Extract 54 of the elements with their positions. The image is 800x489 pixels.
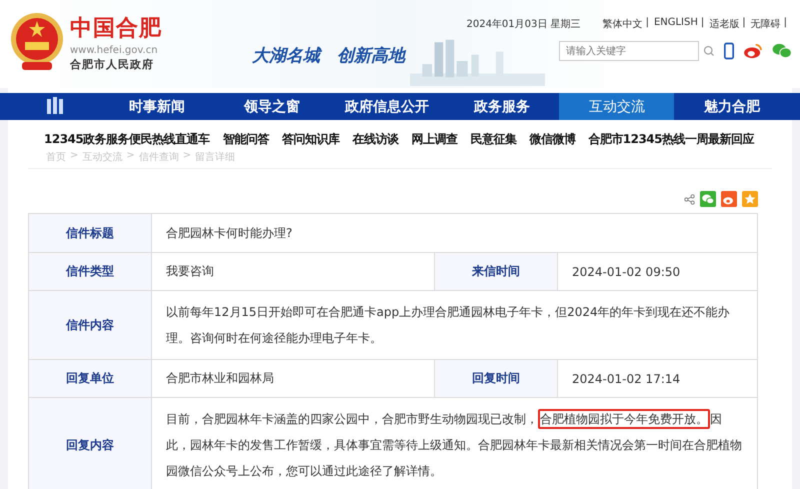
mobile-phone-icon[interactable] bbox=[724, 42, 734, 60]
organization-name: 合肥市人民政府 bbox=[70, 57, 155, 72]
wechat-icon[interactable] bbox=[772, 43, 792, 59]
row-value: 目前，合肥园林年卡涵盖的四家公园中，合肥市野生动物园现已改制， 合肥植物园拟于今年免费开放。 因此，园林年卡的发售工作暂缓，具体事宜需等待上级通知。合肥园林年卡最新相关情况会第一时间在合肥植物园微信公众号上公布，您可以通过此途径了解详情。 bbox=[152, 398, 757, 489]
site-title: 中国合肥 bbox=[70, 15, 162, 43]
row-value: 2024-01-02 17:14 bbox=[571, 370, 682, 388]
row-label: 回复内容 bbox=[29, 398, 152, 489]
separator-text: | bbox=[784, 17, 787, 30]
separator-text: | bbox=[646, 17, 649, 30]
subnav-link[interactable]: 在线访谈 bbox=[352, 131, 398, 148]
weibo-share-icon[interactable] bbox=[721, 191, 737, 207]
favorite-star-icon[interactable] bbox=[742, 191, 758, 207]
row-label: 回复时间 bbox=[435, 360, 558, 397]
nav-tab[interactable]: 政府信息公开 bbox=[329, 93, 444, 120]
nav-tab[interactable]: 时事新闻 bbox=[99, 93, 214, 120]
date-text: 2024年01月03日 星期三 bbox=[466, 18, 581, 31]
emblem-icon bbox=[10, 12, 64, 72]
subnav-link[interactable]: 答问知识库 bbox=[282, 131, 340, 148]
subnav-link[interactable]: 民意征集 bbox=[470, 131, 516, 148]
nav-tab[interactable]: 领导之窗 bbox=[214, 93, 329, 120]
building-icon[interactable] bbox=[45, 96, 65, 116]
subnav-link[interactable]: 智能问答 bbox=[222, 131, 269, 148]
row-value: 2024-01-02 09:50 bbox=[571, 264, 682, 280]
highlight-box: 合肥植物园拟于今年免费开放。 bbox=[538, 409, 710, 429]
nav-tab[interactable]: 政务服务 bbox=[444, 93, 559, 120]
separator-text: | bbox=[700, 17, 704, 30]
nav-tab[interactable]: 魅力合肥 bbox=[674, 93, 789, 120]
separator-text: | bbox=[742, 17, 746, 30]
row-label: 信件内容 bbox=[29, 291, 152, 359]
header-link[interactable]: 无障碍 bbox=[750, 17, 781, 31]
weibo-icon[interactable] bbox=[743, 43, 763, 59]
breadcrumb-separator: > bbox=[126, 150, 135, 163]
row-label: 来信时间 bbox=[435, 253, 558, 290]
breadcrumb-separator: > bbox=[182, 150, 192, 163]
row-value: 以前每年12月15日开始即可在合肥通卡app上办理合肥通园林电子年卡，但2024年的年卡到现在还不能办理。咨询何时在何途径能办理电子年卡。 bbox=[165, 304, 731, 347]
slogan: 大湖名城 创新高地 bbox=[252, 45, 405, 67]
nav-tab[interactable]: 互动交流 bbox=[559, 93, 674, 120]
header-link[interactable]: 适老版 bbox=[709, 17, 740, 31]
share-icon[interactable] bbox=[684, 194, 695, 204]
breadcrumb-separator: > bbox=[70, 150, 78, 163]
subnav-link[interactable]: 12345政务服务便民热线直通车 bbox=[44, 131, 210, 148]
wechat-share-icon[interactable] bbox=[700, 191, 716, 207]
site-url: www.hefei.gov.cn bbox=[70, 44, 159, 57]
header-link[interactable]: 繁体中文 bbox=[602, 17, 643, 31]
subnav-link[interactable]: 微信微博 bbox=[529, 131, 576, 148]
subnav-link[interactable]: 网上调查 bbox=[411, 131, 458, 148]
subnav-link[interactable]: 合肥市12345热线一周最新回应 bbox=[588, 131, 754, 148]
search-icon[interactable] bbox=[703, 45, 715, 57]
search-field[interactable]: 请输入关键字 bbox=[559, 41, 699, 61]
header-link[interactable]: ENGLISH bbox=[654, 17, 698, 31]
row-label: 信件类型 bbox=[29, 253, 152, 290]
row-value: 合肥园林卡何时能办理? bbox=[165, 225, 294, 242]
row-label: 信件标题 bbox=[29, 214, 152, 252]
row-label: 回复单位 bbox=[29, 360, 152, 397]
